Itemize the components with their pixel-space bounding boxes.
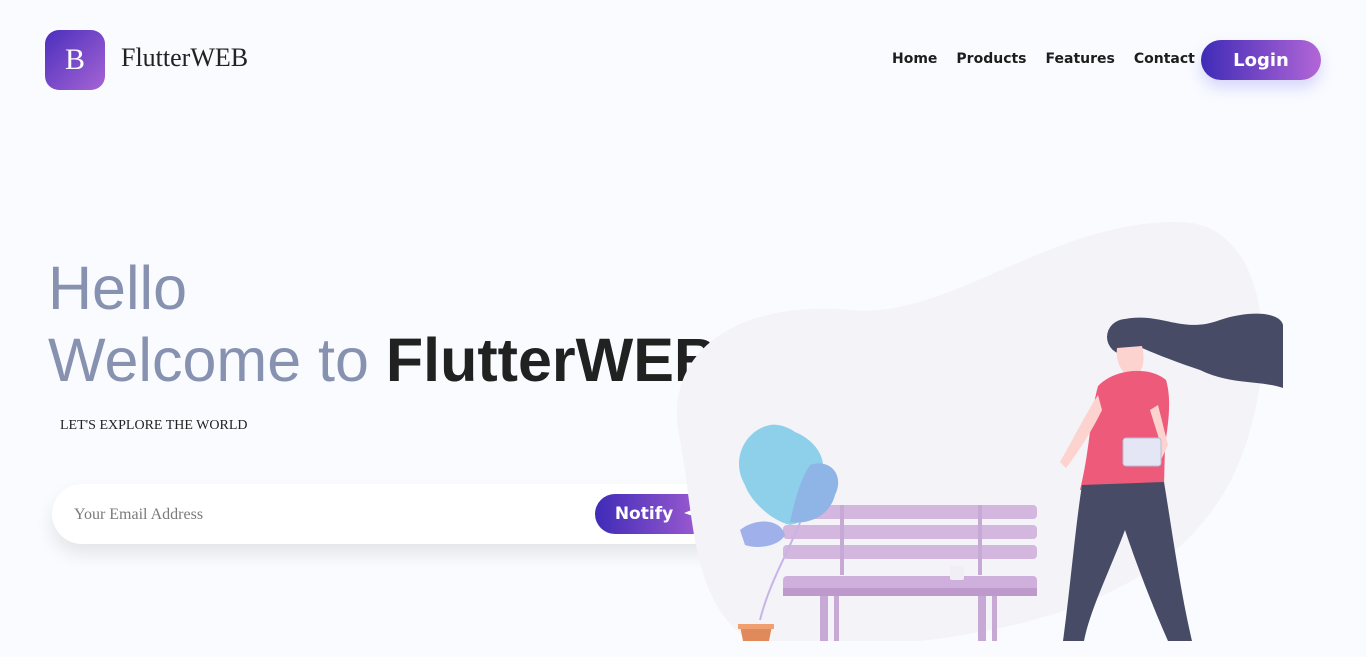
hero-title: Welcome to FlutterWEB bbox=[48, 330, 718, 391]
nav-features[interactable]: Features bbox=[1046, 51, 1115, 67]
logo-letter: B bbox=[64, 43, 85, 76]
hero-tagline: LET'S EXPLORE THE WORLD bbox=[60, 418, 248, 433]
email-input[interactable] bbox=[72, 498, 576, 532]
nav-home[interactable]: Home bbox=[892, 51, 937, 67]
hero-title-prefix: Welcome to bbox=[48, 326, 386, 394]
nav-products[interactable]: Products bbox=[956, 51, 1026, 67]
login-button[interactable]: Login bbox=[1201, 40, 1321, 80]
hero-illustration bbox=[676, 221, 1283, 641]
nav-contact[interactable]: Contact bbox=[1134, 51, 1195, 67]
logo-icon[interactable]: B bbox=[45, 30, 105, 90]
top-nav: Home Products Features Contact bbox=[892, 51, 1195, 67]
hero-greeting: Hello bbox=[48, 254, 188, 322]
brand-name[interactable]: FlutterWEB bbox=[121, 43, 248, 73]
